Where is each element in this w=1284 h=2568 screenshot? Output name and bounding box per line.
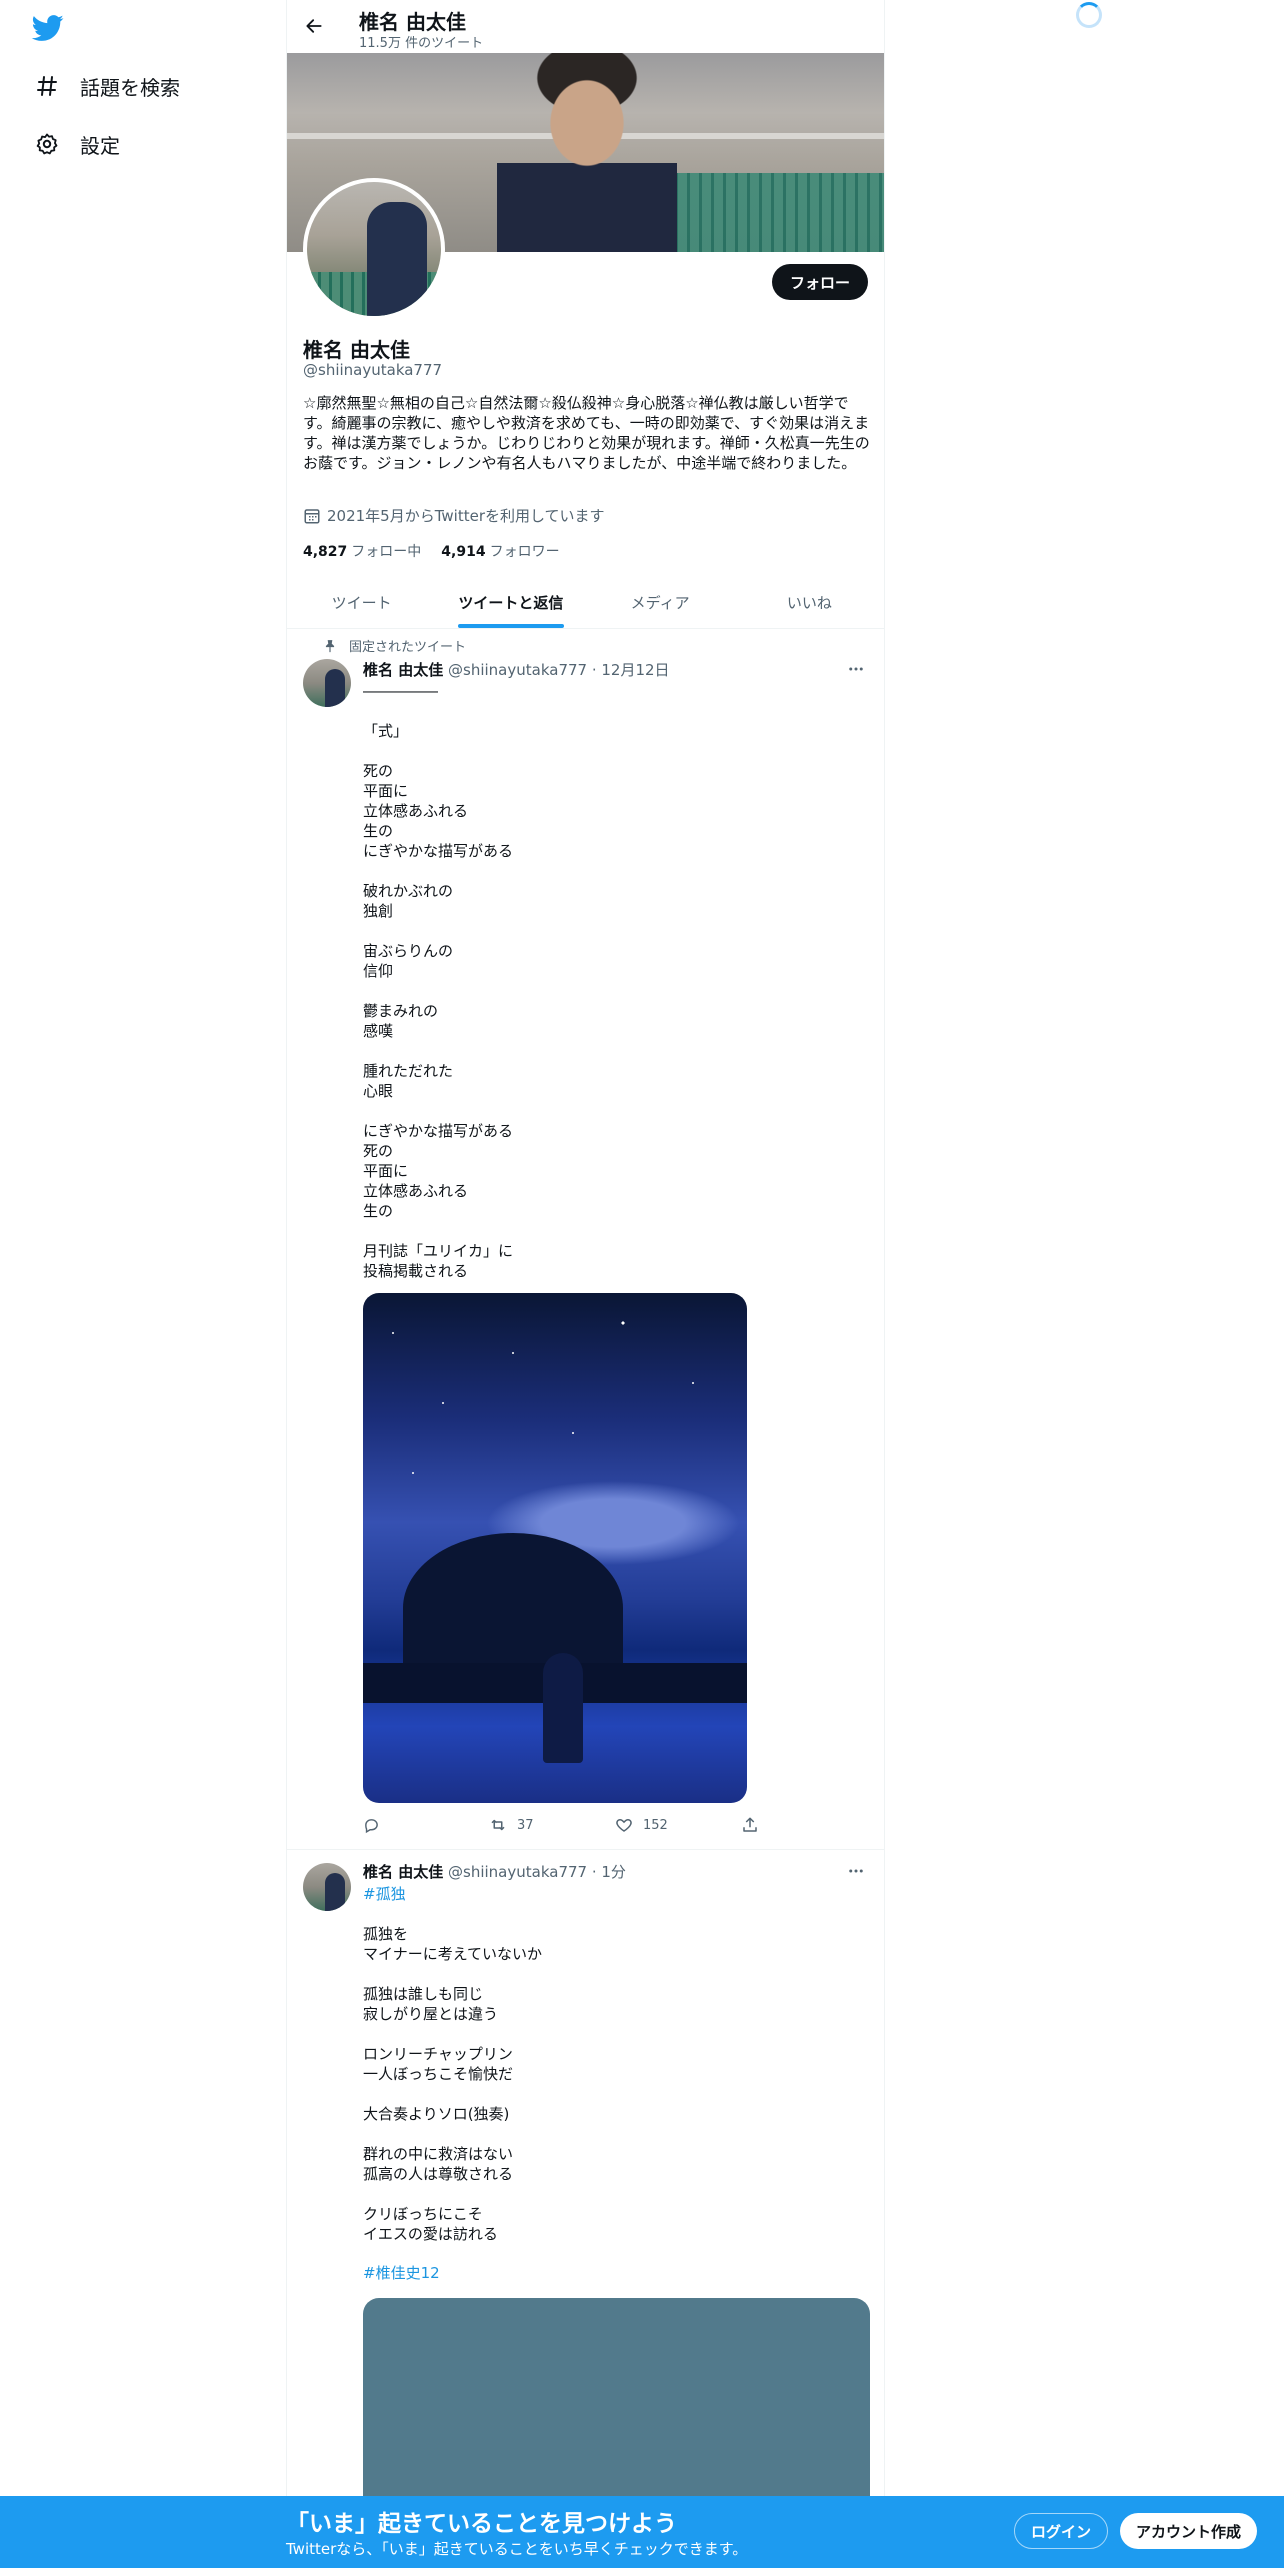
- calendar-icon: [303, 507, 321, 525]
- sidebar-item-explore[interactable]: 話題を検索: [34, 66, 180, 106]
- tweet-header: 椎名 由太佳 @shiinayutaka777 · 12月12日: [363, 659, 670, 680]
- join-date-text: 2021年5月からTwitterを利用しています: [327, 507, 605, 525]
- loading-spinner-icon: [1076, 2, 1102, 28]
- avatar-figure: [367, 202, 427, 316]
- more-options-icon[interactable]: [844, 657, 868, 681]
- join-date: 2021年5月からTwitterを利用しています: [303, 505, 605, 526]
- image-tree: [403, 1533, 623, 1683]
- heart-icon: [615, 1816, 633, 1834]
- retweet-count: 37: [517, 1817, 534, 1833]
- following-count: 4,827: [303, 544, 348, 560]
- profile-tabs: ツイート ツイートと返信 メディア いいね: [287, 576, 884, 629]
- reply-icon: [363, 1816, 381, 1834]
- tab-tweets[interactable]: ツイート: [287, 576, 436, 628]
- tab-likes[interactable]: いいね: [735, 576, 884, 628]
- login-button[interactable]: ログイン: [1014, 2513, 1109, 2549]
- twitter-bird-icon[interactable]: [30, 12, 66, 44]
- tweet[interactable]: 椎名 由太佳 @shiinayutaka777 · 1分 #孤独 孤独を マイナ…: [287, 1851, 884, 2568]
- pinned-indicator: 固定されたツイート: [303, 636, 863, 655]
- more-options-icon[interactable]: [844, 1859, 868, 1883]
- tweet[interactable]: 固定されたツイート 椎名 由太佳 @shiinayutaka777 · 12月1…: [287, 629, 884, 1850]
- signup-prompt-subtitle: Twitterなら、「いま」起きていることをいち早くチェックできます。: [286, 2540, 748, 2558]
- signup-button[interactable]: アカウント作成: [1120, 2513, 1258, 2549]
- profile-bio: ☆廓然無聖☆無相の自己☆自然法爾☆殺仏殺神☆身心脱落☆禅仏教は厳しい哲学です。綺…: [303, 394, 870, 472]
- profile-avatar[interactable]: [303, 178, 445, 320]
- like-button[interactable]: 152: [615, 1816, 741, 1834]
- sidebar-item-label: 設定: [80, 133, 120, 158]
- retweet-button[interactable]: 37: [489, 1816, 615, 1834]
- share-button[interactable]: [741, 1816, 867, 1834]
- hashtag-link[interactable]: #椎佳史12: [363, 2263, 863, 2283]
- sidebar-item-label: 話題を検索: [80, 75, 180, 100]
- signup-prompt-bar: 「いま」起きていることを見つけよう Twitterなら、「いま」起きていることを…: [0, 2496, 1284, 2568]
- avatar[interactable]: [303, 659, 351, 707]
- image-figure: [543, 1653, 583, 1763]
- header-title: 椎名 由太佳: [359, 10, 466, 34]
- follow-counts: 4,827 フォロー中 4,914 フォロワー: [303, 541, 560, 561]
- tweet-meta[interactable]: @shiinayutaka777 · 12月12日: [448, 661, 670, 679]
- tweet-author-name[interactable]: 椎名 由太佳: [363, 661, 443, 679]
- tweet-image[interactable]: [363, 1293, 747, 1803]
- tab-media[interactable]: メディア: [586, 576, 735, 628]
- share-icon: [741, 1816, 759, 1834]
- tweet-author-name[interactable]: 椎名 由太佳: [363, 1863, 443, 1881]
- signup-prompt-title: 「いま」起きていることを見つけよう: [286, 2511, 677, 2537]
- tweet-text: 孤独を マイナーに考えていないか 孤独は誰しも同じ 寂しがり屋とは違う ロンリー…: [363, 1925, 542, 2243]
- tweet-actions: 37 152: [363, 1816, 867, 1834]
- tweet-meta[interactable]: @shiinayutaka777 · 1分: [448, 1863, 626, 1881]
- like-count: 152: [643, 1817, 668, 1833]
- pin-icon: [303, 639, 349, 653]
- profile-column: 椎名 由太佳 11.5万 件のツイート フォロー 椎名 由太佳 @shiinay…: [286, 0, 885, 2568]
- following-label: フォロー中: [351, 544, 422, 560]
- followers-count: 4,914: [441, 544, 486, 560]
- left-sidebar: 話題を検索 設定: [0, 0, 286, 2568]
- tweet-header: 椎名 由太佳 @shiinayutaka777 · 1分: [363, 1861, 626, 1882]
- profile-name: 椎名 由太佳: [303, 338, 410, 362]
- hashtag-link[interactable]: #孤独: [363, 1884, 863, 1904]
- tab-tweets-and-replies[interactable]: ツイートと返信: [436, 576, 585, 628]
- pinned-label: 固定されたツイート: [349, 640, 467, 655]
- gear-icon: [34, 131, 60, 157]
- tweet-text: ――――― 「式」 死の 平面に 立体感あふれる 生の にぎやかな描写がある 破…: [363, 682, 514, 1280]
- retweet-icon: [489, 1816, 507, 1834]
- reply-button[interactable]: [363, 1816, 489, 1834]
- tweet-count: 11.5万 件のツイート: [359, 36, 484, 51]
- profile-handle: @shiinayutaka777: [303, 361, 443, 379]
- followers-link[interactable]: 4,914 フォロワー: [441, 541, 559, 561]
- profile-header-bar: 椎名 由太佳 11.5万 件のツイート: [287, 0, 884, 53]
- follow-button[interactable]: フォロー: [771, 264, 868, 300]
- following-link[interactable]: 4,827 フォロー中: [303, 541, 421, 561]
- banner-person: [497, 53, 677, 252]
- hashtag-icon: [34, 73, 60, 99]
- sidebar-item-settings[interactable]: 設定: [34, 124, 120, 164]
- avatar[interactable]: [303, 1863, 351, 1911]
- back-arrow-icon[interactable]: [301, 13, 327, 39]
- followers-label: フォロワー: [489, 544, 560, 560]
